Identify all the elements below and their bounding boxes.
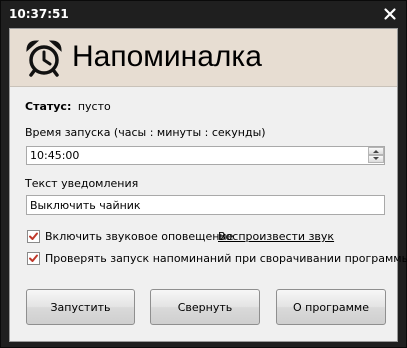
time-field-label: Время запуска (часы : минуты : секунды) (25, 126, 266, 139)
client-area: Напоминалка Статус: пусто Время запуска … (9, 28, 407, 342)
minimize-button[interactable]: Свернуть (150, 289, 260, 325)
status-row: Статус: пусто (25, 100, 111, 113)
notification-text-box[interactable] (26, 195, 385, 215)
time-input[interactable] (30, 148, 360, 163)
run-button[interactable]: Запустить (26, 289, 135, 325)
app-title: Напоминалка (72, 40, 262, 73)
close-icon[interactable] (382, 6, 398, 22)
spin-up-button[interactable] (368, 147, 384, 155)
window-title: 10:37:51 (9, 7, 69, 21)
time-spinbox[interactable] (26, 146, 385, 165)
minimize-check-label: Проверять запуск напоминаний при сворачи… (45, 252, 407, 265)
title-bar[interactable]: 10:37:51 (1, 1, 406, 28)
status-label: Статус: (25, 100, 72, 113)
notification-text-input[interactable] (30, 198, 380, 213)
sound-checkbox[interactable] (27, 230, 40, 243)
minimize-check-checkbox[interactable] (27, 252, 40, 265)
spin-buttons (368, 147, 384, 164)
about-button[interactable]: О программе (276, 289, 386, 325)
spin-down-button[interactable] (368, 155, 384, 163)
alarm-clock-icon (24, 38, 64, 78)
header-banner: Напоминалка (10, 29, 397, 87)
app-window: 10:37:51 Напоминалка Статус: пусто Время… (0, 0, 407, 348)
notification-text-label: Текст уведомления (25, 177, 139, 190)
sound-checkbox-label: Включить звуковое оповещение (45, 230, 234, 243)
status-value: пусто (77, 100, 111, 113)
play-sound-link[interactable]: Воспроизвести звук (218, 230, 334, 243)
